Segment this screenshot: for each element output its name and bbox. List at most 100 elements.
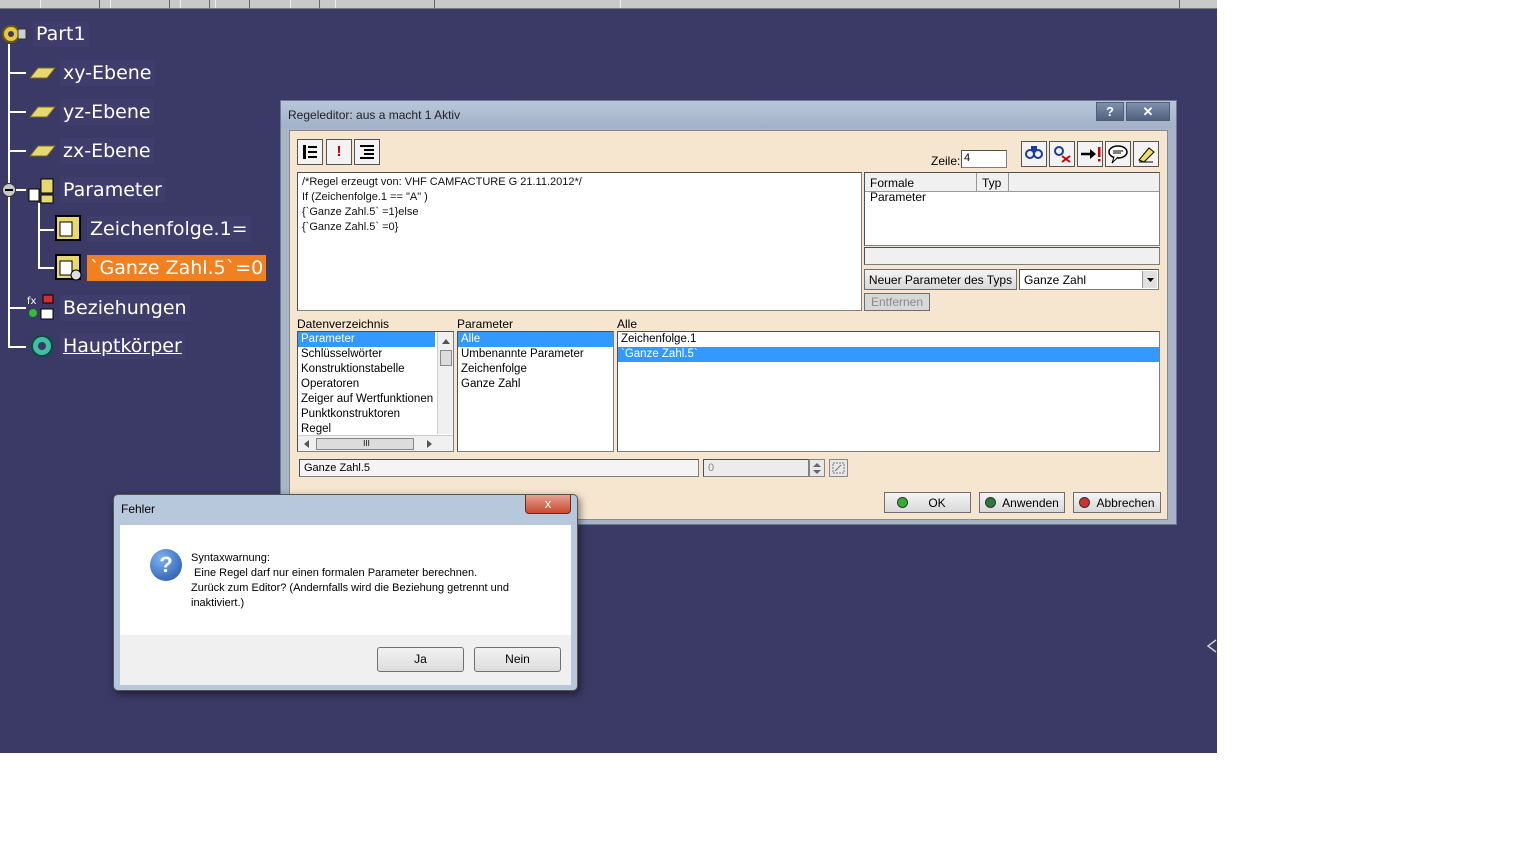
list-item[interactable]: Zeiger auf Wertfunktionen [298,392,453,407]
svg-text:fx: fx [27,296,37,307]
tree-item-label: yz-Ebene [60,99,154,125]
code-line: {`Ganze Zahl.5` =0} [302,221,399,233]
tree-item-label: xy-Ebene [60,60,155,86]
tree-connector [38,203,40,268]
ok-label: OK [928,495,946,510]
toolbar-strip [0,0,1217,9]
list-item[interactable]: Schlüsselwörter [298,347,453,362]
tree-connector [38,267,54,269]
cancel-icon [1079,497,1091,508]
new-parameter-button[interactable]: Neuer Parameter des Typs [864,269,1017,290]
list-item[interactable]: Konstruktionstabelle [298,362,453,377]
cancel-button[interactable]: Abbrechen [1073,492,1161,513]
type-select[interactable]: Ganze Zahl [1019,269,1159,290]
value-spinner[interactable] [809,459,825,477]
gear-icon [0,19,30,49]
error-dialog: Fehler x ? Syntaxwarnung: Eine Regel dar… [113,494,578,691]
remove-button[interactable]: Entfernen [864,293,930,311]
zeile-input[interactable]: 4 [961,150,1007,168]
replace-icon[interactable] [1049,141,1075,167]
message-line: inaktiviert.) [191,597,245,609]
code-line: {`Ganze Zahl.5` =1}else [302,206,419,218]
rule-editor-dialog: Regeleditor: aus a macht 1 Aktiv ? ✕ ! Z… [280,100,1177,525]
tree-item-xy-plane[interactable]: xy-Ebene [27,58,155,88]
tree-item-hauptkoerper[interactable]: Hauptkörper [27,331,185,361]
tree-item-beziehungen[interactable]: fx Beziehungen [27,293,190,323]
apply-icon [985,497,997,508]
compass-arrow-icon [1206,638,1217,659]
rule-editor-title: Regeleditor: aus a macht 1 Aktiv [288,108,461,122]
collapse-toggle[interactable] [2,183,16,197]
chevron-down-icon[interactable] [1142,271,1157,288]
column-label: Alle [617,317,638,331]
catia-workspace: Part1 xy-Ebene yz-Ebene zx-Ebene Paramet… [0,0,1217,753]
rule-code-editor[interactable]: /*Regel erzeugt von: VHF CAMFACTURE G 21… [297,172,862,311]
list-item[interactable]: Alle [458,332,613,347]
tree-item-label: Beziehungen [60,295,190,321]
value-field[interactable]: 0 [703,459,809,477]
help-button[interactable]: ? [1096,102,1124,121]
close-button[interactable]: ✕ [1126,102,1170,121]
message-line: Eine Regel darf nur einen formalen Param… [191,567,478,579]
tree-item-zx-plane[interactable]: zx-Ebene [27,136,154,166]
list-item[interactable]: `Ganze Zahl.5` [618,347,1159,362]
list-item[interactable]: Ganze Zahl [458,377,613,392]
yes-button[interactable]: Ja [377,647,464,672]
type-select-value: Ganze Zahl [1024,273,1087,287]
tree-item-zeichenfolge[interactable]: Zeichenfolge.1= [54,214,251,244]
selected-name-field[interactable]: Ganze Zahl.5 [299,459,699,477]
formal-params-table[interactable]: Formale Parameter Typ [864,172,1160,246]
close-button[interactable]: x [525,495,571,514]
scroll-thumb[interactable]: III [316,438,414,450]
plane-icon [27,136,57,166]
horizontal-scrollbar[interactable]: III [298,435,453,451]
body-icon [27,331,57,361]
list-item[interactable]: Zeichenfolge [458,362,613,377]
exclamation-icon[interactable]: ! [326,139,352,165]
question-icon: ? [150,549,182,581]
list-item[interactable]: Parameter [298,332,435,347]
toggle-tree-icon[interactable] [297,139,323,165]
ok-icon [897,497,909,508]
list-item[interactable]: Zeichenfolge.1 [618,332,1159,347]
tree-item-yz-plane[interactable]: yz-Ebene [27,97,154,127]
vertical-scrollbar[interactable] [437,332,453,434]
integer-parameter-icon [54,253,84,283]
tree-item-label: Part1 [33,21,89,47]
tree-item-label: zx-Ebene [60,138,154,164]
tree-connector [8,346,26,348]
data-directory-list[interactable]: Parameter Schlüsselwörter Konstruktionst… [297,331,454,452]
parameter-filter-list[interactable]: Alle Umbenannte Parameter Zeichenfolge G… [457,331,614,452]
tree-item-label: Zeichenfolge.1= [87,216,251,242]
list-item[interactable]: Punktkonstruktoren [298,407,453,422]
goto-error-icon[interactable] [1077,141,1103,167]
column-label: Parameter [457,317,514,331]
ok-button[interactable]: OK [884,492,971,513]
apply-button[interactable]: Anwenden [979,492,1065,513]
list-item[interactable]: Umbenannte Parameter [458,347,613,362]
rule-editor-body: ! Zeile: 4 /*Regel erzeugt von: VHF CAMF… [289,130,1168,520]
no-button[interactable]: Nein [474,647,561,672]
tree-connector [38,229,54,231]
eraser-icon[interactable] [1133,141,1159,167]
tree-item-part1[interactable]: Part1 [0,19,89,49]
all-members-list[interactable]: Zeichenfolge.1 `Ganze Zahl.5` [617,331,1160,452]
plane-icon [27,97,57,127]
list-item[interactable]: Operatoren [298,377,453,392]
formal-params-header: Formale Parameter [865,173,977,204]
tree-item-label: Parameter [60,177,165,203]
scroll-thumb[interactable] [440,350,452,366]
formula-editor-icon[interactable] [829,459,848,477]
indent-icon[interactable] [354,139,380,165]
apply-label: Anwenden [1002,495,1059,510]
search-icon[interactable] [1021,141,1047,167]
comment-icon[interactable] [1105,141,1131,167]
tree-connector [8,72,26,74]
formal-params-detail [864,247,1160,265]
cancel-label: Abbrechen [1096,495,1155,510]
code-line: If (Zeichenfolge.1 == "A" ) [302,191,428,203]
tree-item-parameter[interactable]: Parameter [27,175,165,205]
rule-editor-titlebar: Regeleditor: aus a macht 1 Aktiv ? ✕ [281,101,1176,128]
tree-item-ganze-zahl[interactable]: `Ganze Zahl.5`=0 [54,253,267,283]
relations-icon: fx [27,293,57,323]
